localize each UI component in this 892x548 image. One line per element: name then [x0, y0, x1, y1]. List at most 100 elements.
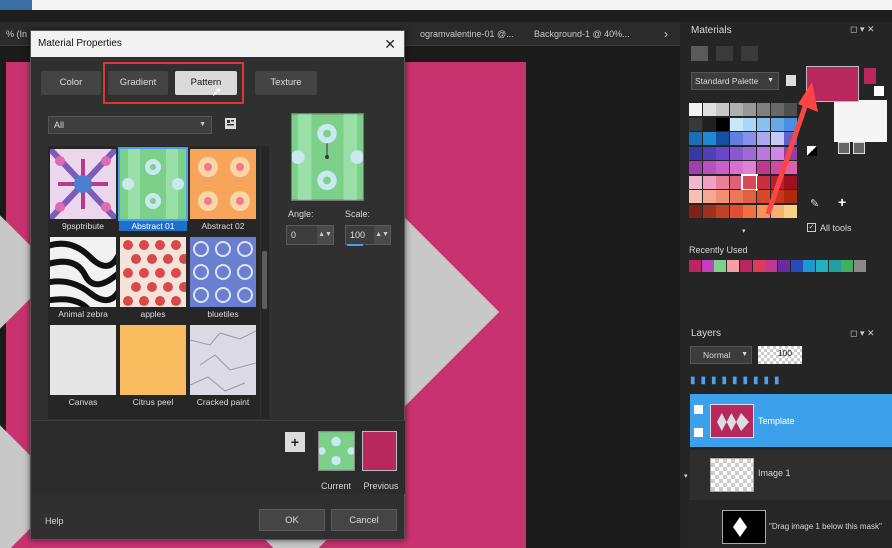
palette-color-cell[interactable]: [716, 132, 730, 145]
palette-color-cell[interactable]: [689, 161, 702, 174]
pattern-item[interactable]: Animal zebra: [49, 236, 117, 323]
pattern-grid[interactable]: 9psptribute Abstract 01 Abstract 02 Anim…: [48, 146, 260, 419]
palette-color-cell[interactable]: [689, 175, 702, 189]
recent-color-cell[interactable]: [701, 260, 714, 272]
palette-color-cell[interactable]: [689, 132, 702, 145]
opacity-field[interactable]: 100: [758, 346, 802, 364]
close-icon[interactable]: ✕: [384, 31, 396, 57]
ok-button[interactable]: OK: [259, 509, 325, 531]
doc-tab[interactable]: ogramvalentine-01 @...: [420, 22, 524, 46]
recent-color-cell[interactable]: [816, 260, 828, 272]
category-dropdown[interactable]: All ▼: [48, 116, 212, 134]
palette-color-cell[interactable]: [689, 117, 702, 131]
previous-swatch[interactable]: [362, 431, 397, 471]
scrollbar-thumb[interactable]: [262, 251, 267, 309]
pattern-item[interactable]: Citrus peel: [119, 324, 187, 411]
doc-tab[interactable]: Background-1 @ 40%...: [534, 22, 652, 46]
recent-color-cell[interactable]: [689, 260, 701, 272]
palette-color-cell[interactable]: [702, 204, 716, 218]
palette-color-cell[interactable]: [729, 204, 743, 218]
palette-color-cell[interactable]: [743, 161, 757, 174]
bg-small-swatch[interactable]: [874, 86, 884, 96]
layer-row-mask[interactable]: "Drag image 1 below this mask": [690, 502, 892, 548]
recent-color-cell[interactable]: [790, 260, 803, 272]
palette-color-cell[interactable]: [689, 146, 702, 160]
palette-color-cell[interactable]: [729, 103, 743, 116]
tab-color[interactable]: Color: [41, 71, 101, 95]
add-swatch-button[interactable]: +: [285, 432, 305, 452]
palette-color-cell[interactable]: [729, 146, 743, 160]
cancel-button[interactable]: Cancel: [331, 509, 397, 531]
palette-color-cell[interactable]: [702, 103, 716, 116]
palette-color-cell[interactable]: [716, 175, 730, 189]
angle-stepper[interactable]: 0 ▲▼: [286, 225, 334, 245]
pattern-item[interactable]: apples: [119, 236, 187, 323]
palette-color-cell[interactable]: [743, 117, 757, 131]
layer-tools-icons[interactable]: ▮▮▮▮▮▮▮▮▮: [690, 375, 858, 389]
panel-menu-icon[interactable]: ◻ ▾ ✕: [850, 24, 875, 35]
palette-color-cell[interactable]: [702, 146, 716, 160]
all-tools-checkbox[interactable]: ✓: [807, 223, 816, 232]
fg-style-icon[interactable]: [838, 142, 850, 154]
bg-style-icon[interactable]: [853, 142, 865, 154]
palette-color-cell[interactable]: [729, 161, 743, 174]
pattern-item[interactable]: Abstract 02: [189, 148, 257, 235]
frame-view-icon[interactable]: [716, 46, 733, 61]
recent-color-cell[interactable]: [727, 260, 740, 272]
palette-color-cell[interactable]: [743, 204, 757, 218]
current-swatch[interactable]: [318, 431, 355, 471]
recent-color-cell[interactable]: [765, 260, 778, 272]
layer-row-image1[interactable]: Image 1 ▾: [684, 450, 892, 500]
collapse-arrow-icon[interactable]: ▾: [684, 472, 688, 480]
recent-color-cell[interactable]: [854, 260, 867, 272]
swap-view-icon[interactable]: [741, 46, 758, 61]
fg-small-swatch[interactable]: [864, 68, 876, 84]
recent-color-cell[interactable]: [739, 260, 752, 272]
pattern-item[interactable]: Cracked paint: [189, 324, 257, 411]
palette-color-cell[interactable]: [702, 190, 716, 203]
recent-color-cell[interactable]: [828, 260, 841, 272]
palette-color-cell[interactable]: [743, 146, 757, 160]
palette-color-cell[interactable]: [743, 132, 757, 145]
palette-color-cell[interactable]: [716, 103, 730, 116]
panel-menu-icon[interactable]: ◻ ▾ ✕: [850, 328, 875, 339]
expand-arrow-icon[interactable]: ▾: [742, 227, 746, 235]
tab-texture[interactable]: Texture: [255, 71, 317, 95]
chevron-right-icon[interactable]: ›: [656, 22, 676, 46]
pattern-item-selected[interactable]: Abstract 01: [118, 147, 188, 235]
palette-color-cell[interactable]: [702, 132, 716, 145]
palette-color-cell[interactable]: [716, 204, 730, 218]
palette-color-cell[interactable]: [689, 204, 702, 218]
palette-color-cell[interactable]: [702, 175, 716, 189]
recent-color-cell[interactable]: [714, 260, 727, 272]
palette-color-cell[interactable]: [716, 190, 730, 203]
palette-color-cell[interactable]: [702, 117, 716, 131]
help-link[interactable]: Help: [45, 516, 64, 526]
palette-view-icon[interactable]: [691, 46, 708, 61]
recent-color-cell[interactable]: [752, 260, 765, 272]
spin-arrows-icon[interactable]: ▲▼: [317, 226, 333, 244]
background-color-swatch[interactable]: [834, 100, 887, 142]
palette-color-cell[interactable]: [689, 190, 702, 203]
palette-color-cell[interactable]: [689, 103, 702, 116]
add-color-icon[interactable]: +: [838, 194, 846, 210]
palette-color-cell[interactable]: [716, 146, 730, 160]
palette-color-cell[interactable]: [729, 132, 743, 145]
recent-color-cell[interactable]: [777, 260, 790, 272]
palette-color-cell[interactable]: [729, 190, 743, 203]
pattern-item[interactable]: Canvas: [49, 324, 117, 411]
layer-eye-icon[interactable]: [694, 405, 703, 414]
palette-color-cell[interactable]: [729, 175, 743, 189]
pattern-item[interactable]: 9psptribute: [49, 148, 117, 235]
layer-row-template[interactable]: Template: [690, 394, 892, 447]
pattern-item[interactable]: bluetiles: [189, 236, 257, 323]
recent-colors[interactable]: [689, 260, 867, 272]
scale-stepper[interactable]: 100 ▲▼: [345, 225, 391, 245]
palette-color-cell[interactable]: [741, 173, 759, 191]
recent-color-cell[interactable]: [803, 260, 816, 272]
palette-color-cell[interactable]: [743, 103, 757, 116]
palette-color-cell[interactable]: [729, 117, 743, 131]
blend-mode-dropdown[interactable]: Normal ▼: [690, 346, 752, 364]
palette-color-cell[interactable]: [702, 161, 716, 174]
palette-color-cell[interactable]: [716, 161, 730, 174]
